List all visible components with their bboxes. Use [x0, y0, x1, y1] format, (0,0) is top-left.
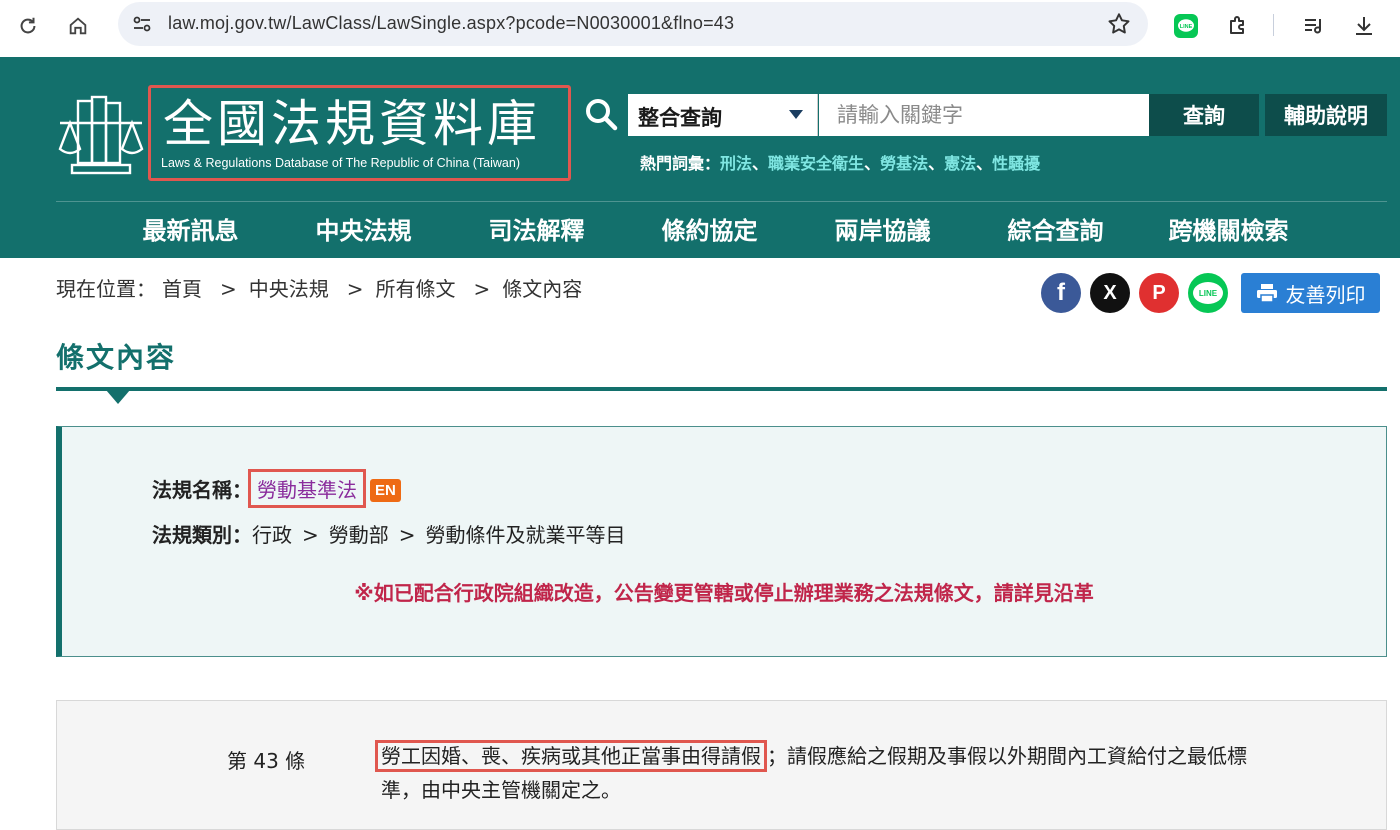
home-icon[interactable] [62, 10, 94, 42]
breadcrumb-item-all-articles[interactable]: 所有條文 [376, 277, 456, 301]
hot-word-separator: 、 [976, 154, 993, 173]
bookmark-star-icon[interactable] [1106, 11, 1132, 37]
hot-word-link[interactable]: 勞基法 [880, 154, 928, 173]
header-divider [56, 201, 1387, 202]
law-name-row: 法規名稱： 勞動基準法 EN [152, 469, 401, 508]
search-input[interactable] [819, 94, 1149, 136]
breadcrumb-item-central-laws[interactable]: 中央法規 [249, 277, 329, 301]
law-name-label: 法規名稱： [152, 478, 252, 502]
nav-item-news[interactable]: 最新訊息 [104, 207, 277, 255]
law-name-link[interactable]: 勞動基準法 [257, 478, 357, 502]
line-icon-text: LINE [1198, 288, 1218, 298]
search-icon [584, 97, 618, 131]
help-button[interactable]: 輔助說明 [1265, 94, 1387, 136]
site-title: 全國法規資料庫 [163, 95, 541, 153]
title-notch [106, 390, 130, 404]
law-name-highlight: 勞動基準法 [248, 469, 366, 508]
facebook-icon: f [1057, 279, 1065, 306]
nav-item-cross-strait[interactable]: 兩岸協議 [796, 207, 969, 255]
line-extension-icon[interactable]: LINE [1170, 10, 1202, 42]
x-share-button[interactable]: X [1090, 273, 1130, 313]
title-underline [56, 387, 1387, 391]
breadcrumb-label: 現在位置： [56, 277, 156, 301]
article-text: 勞工因婚、喪、疾病或其他正當事由得請假 ；請假應給之假期及事假以外期間內工資給付之… [375, 739, 1281, 807]
print-button[interactable]: 友善列印 [1241, 273, 1380, 313]
hot-word-link[interactable]: 職業安全衛生 [768, 154, 864, 173]
hot-word-link[interactable]: 憲法 [944, 154, 976, 173]
address-bar[interactable]: law.moj.gov.tw/LawClass/LawSingle.aspx?p… [118, 2, 1148, 46]
law-category-label: 法規類別： [152, 523, 252, 547]
reading-list-icon[interactable] [1298, 10, 1330, 42]
nav-item-judicial-interpretations[interactable]: 司法解釋 [450, 207, 623, 255]
main-nav: 最新訊息 中央法規 司法解釋 條約協定 兩岸協議 綜合查詢 跨機關檢索 [104, 207, 1344, 255]
search-type-value: 整合查詢 [638, 106, 722, 130]
search-type-select[interactable]: 整合查詢 [628, 94, 818, 136]
category-separator: > [398, 523, 416, 547]
site-header: 全國法規資料庫 Laws & Regulations Database of T… [0, 57, 1400, 258]
plurk-share-button[interactable]: P [1139, 273, 1179, 313]
downloads-icon[interactable] [1348, 10, 1380, 42]
printer-icon [1256, 284, 1277, 303]
nav-item-treaties[interactable]: 條約協定 [623, 207, 796, 255]
category-separator: > [302, 523, 319, 547]
article-highlight: 勞工因婚、喪、疾病或其他正當事由得請假 [375, 740, 767, 772]
site-logo[interactable]: 全國法規資料庫 Laws & Regulations Database of T… [148, 85, 571, 181]
browser-toolbar: law.moj.gov.tw/LawClass/LawSingle.aspx?p… [0, 0, 1400, 57]
extensions-puzzle-icon[interactable] [1222, 10, 1254, 42]
hot-words-label: 熱門詞彙： [640, 154, 721, 173]
category-level-2: 勞動部 [328, 523, 389, 547]
reload-icon[interactable] [12, 10, 44, 42]
hot-words: 熱門詞彙：刑法、職業安全衛生、勞基法、憲法、性騷擾 [640, 150, 1040, 174]
line-icon: LINE [1193, 282, 1223, 304]
print-label: 友善列印 [1285, 282, 1366, 307]
breadcrumb-separator: > [346, 277, 364, 301]
plurk-icon: P [1152, 281, 1166, 304]
breadcrumb-item-current: 條文內容 [502, 277, 583, 301]
nav-item-central-laws[interactable]: 中央法規 [277, 207, 450, 255]
hot-word-link[interactable]: 性騷擾 [992, 154, 1040, 173]
nav-item-cross-agency-search[interactable]: 跨機關檢索 [1142, 207, 1315, 255]
law-category-row: 法規類別：行政 > 勞動部 > 勞動條件及就業平等目 [152, 519, 626, 548]
toolbar-divider [1273, 14, 1274, 36]
breadcrumb-item-home[interactable]: 首頁 [162, 277, 202, 301]
nav-item-integrated-search[interactable]: 綜合查詢 [969, 207, 1142, 255]
chevron-down-icon [789, 110, 803, 119]
article-number: 第 43 條 [227, 749, 306, 773]
url-text: law.moj.gov.tw/LawClass/LawSingle.aspx?p… [168, 13, 735, 33]
x-icon: X [1103, 281, 1117, 304]
line-share-button[interactable]: LINE [1188, 273, 1228, 313]
facebook-share-button[interactable]: f [1041, 273, 1081, 313]
category-level-1: 行政 [252, 523, 292, 547]
hot-word-separator: 、 [928, 154, 945, 173]
svg-text:LINE: LINE [1180, 24, 1193, 30]
category-level-3: 勞動條件及就業平等目 [425, 523, 626, 547]
query-button[interactable]: 查詢 [1149, 94, 1259, 136]
reorganization-notice: ※如已配合行政院組織改造，公告變更管轄或停止辦理業務之法規條文，請詳見沿革 [354, 581, 1094, 605]
en-version-badge[interactable]: EN [370, 479, 401, 502]
page-title: 條文內容 [56, 341, 177, 374]
breadcrumb-separator: > [473, 277, 491, 301]
site-subtitle: Laws & Regulations Database of The Repub… [161, 156, 520, 170]
law-info-panel: 法規名稱： 勞動基準法 EN 法規類別：行政 > 勞動部 > 勞動條件及就業平等目 ※如已配… [56, 426, 1387, 657]
hot-word-link[interactable]: 刑法 [720, 154, 752, 173]
hot-word-separator: 、 [864, 154, 881, 173]
hot-word-separator: 、 [752, 154, 769, 173]
logo-scales-icon[interactable] [56, 93, 146, 181]
site-info-icon[interactable] [132, 14, 152, 34]
breadcrumb-separator: > [220, 277, 237, 301]
article-panel: 第 43 條 勞工因婚、喪、疾病或其他正當事由得請假 ；請假應給之假期及事假以外期… [56, 700, 1387, 830]
breadcrumb: 現在位置： 首頁 > 中央法規 > 所有條文 > 條文內容 [56, 273, 588, 302]
